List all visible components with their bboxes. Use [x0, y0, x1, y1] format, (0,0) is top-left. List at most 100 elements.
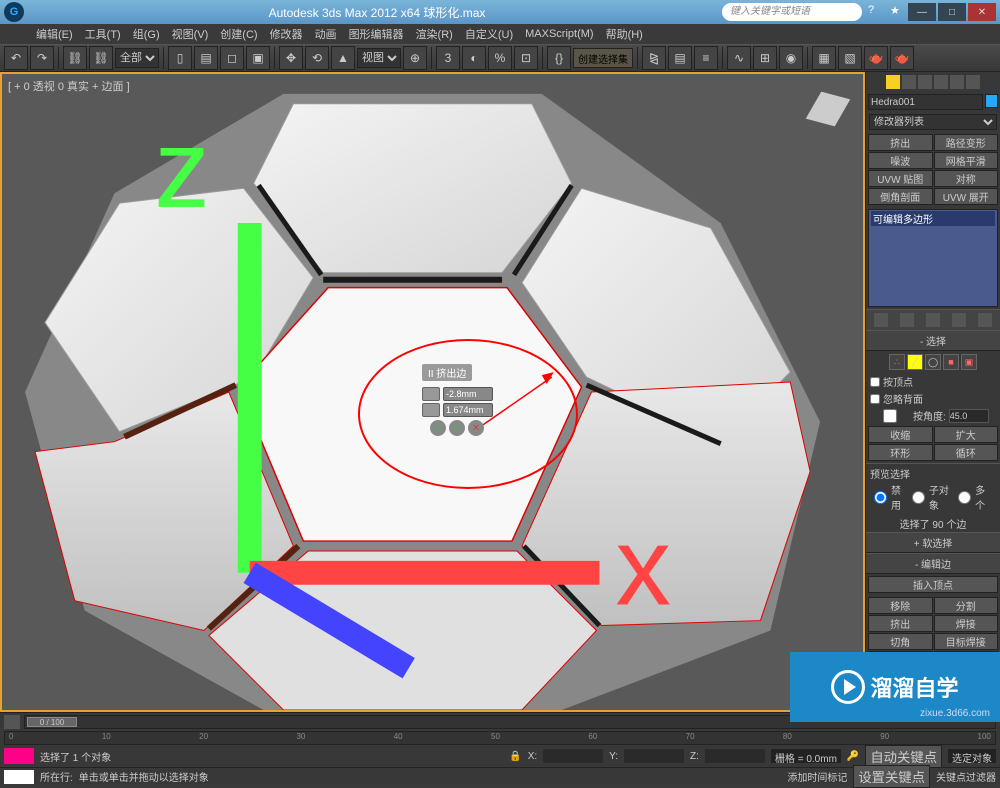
preview-multi-radio[interactable]: [958, 491, 971, 504]
loop-button[interactable]: 循环: [934, 444, 999, 461]
by-vertex-checkbox[interactable]: [870, 377, 880, 387]
mod-btn-extrude[interactable]: 挤出: [868, 134, 933, 151]
coord-y-input[interactable]: [624, 749, 684, 763]
selection-info: 选择了 90 个边: [866, 515, 1000, 532]
mod-btn-unwrap[interactable]: UVW 展开: [934, 188, 999, 205]
search-input[interactable]: 键入关键字或短语: [722, 3, 862, 21]
stack-editable-poly[interactable]: 可编辑多边形: [871, 211, 995, 226]
minimize-button[interactable]: —: [908, 3, 936, 21]
modify-tab-icon[interactable]: [902, 75, 916, 89]
lock-icon[interactable]: 🔒: [509, 751, 521, 762]
extrude-button[interactable]: 挤出: [868, 615, 933, 632]
utilities-tab-icon[interactable]: [966, 75, 980, 89]
subobj-vertex[interactable]: ∴: [889, 354, 905, 370]
mod-btn-symmetry[interactable]: 对称: [934, 170, 999, 187]
coord-x-input[interactable]: [543, 749, 603, 763]
subobj-border[interactable]: ◯: [925, 354, 941, 370]
menu-edit[interactable]: 编辑(E): [30, 24, 79, 44]
mod-btn-bevel[interactable]: 倒角剖面: [868, 188, 933, 205]
modifier-stack[interactable]: 可编辑多边形: [868, 209, 998, 307]
row-label: 所在行:: [40, 769, 73, 784]
modifier-list-dropdown[interactable]: 修改器列表: [869, 114, 997, 130]
subobj-element[interactable]: ▣: [961, 354, 977, 370]
rollout-edit-edges[interactable]: 编辑边: [866, 553, 1000, 574]
set-key-button[interactable]: 设置关键点: [853, 765, 930, 788]
rollout-softsel[interactable]: 软选择: [866, 532, 1000, 553]
menu-create[interactable]: 创建(C): [214, 24, 263, 44]
target-weld-button[interactable]: 目标焊接: [934, 633, 999, 650]
ring-button[interactable]: 环形: [868, 444, 933, 461]
ignore-backfacing-checkbox[interactable]: [870, 394, 880, 404]
maximize-button[interactable]: □: [938, 3, 966, 21]
time-ruler[interactable]: 0102030405060708090100: [4, 731, 996, 745]
mod-btn-path[interactable]: 路径变形: [934, 134, 999, 151]
key-icon[interactable]: 🔑: [847, 751, 859, 762]
split-button[interactable]: 分割: [934, 597, 999, 614]
make-unique-icon[interactable]: [926, 313, 940, 327]
rollout-selection[interactable]: 选择: [866, 330, 1000, 351]
hierarchy-tab-icon[interactable]: [918, 75, 932, 89]
key-filters[interactable]: 关键点过滤器: [936, 769, 996, 784]
insert-vertex-button[interactable]: 插入顶点: [868, 576, 998, 593]
menu-graph-editors[interactable]: 图形编辑器: [343, 24, 410, 44]
chamfer-button[interactable]: 切角: [868, 633, 933, 650]
subobj-polygon[interactable]: ■: [943, 354, 959, 370]
menu-rendering[interactable]: 渲染(R): [410, 24, 459, 44]
menu-tools[interactable]: 工具(T): [79, 24, 127, 44]
info-icon[interactable]: ?: [868, 4, 884, 20]
watermark-brand: 溜溜自学: [870, 671, 958, 703]
remove-mod-icon[interactable]: [952, 313, 966, 327]
create-tab-icon[interactable]: [886, 75, 900, 89]
mod-btn-uvwmap[interactable]: UVW 贴图: [868, 170, 933, 187]
grid-spacing: 栅格 = 0.0mm: [771, 749, 841, 763]
object-color-swatch[interactable]: [985, 94, 998, 108]
grow-button[interactable]: 扩大: [934, 426, 999, 443]
by-angle-checkbox[interactable]: [870, 409, 910, 423]
pin-stack-icon[interactable]: [874, 313, 888, 327]
preview-label: 预览选择: [870, 466, 996, 481]
menubar: 编辑(E) 工具(T) 组(G) 视图(V) 创建(C) 修改器 动画 图形编辑…: [0, 24, 1000, 44]
subobj-edge[interactable]: ╱: [907, 354, 923, 370]
remove-button[interactable]: 移除: [868, 597, 933, 614]
command-panel: 修改器列表 挤出 路径变形 噪波 网格平滑 UVW 贴图 对称 倒角剖面 UVW…: [865, 72, 1000, 712]
preview-disable-radio[interactable]: [874, 491, 887, 504]
panel-tabs: [866, 72, 1000, 92]
coord-z-input[interactable]: [705, 749, 765, 763]
add-time-tag[interactable]: 添加时间标记: [787, 769, 847, 784]
menu-maxscript[interactable]: MAXScript(M): [519, 26, 599, 42]
shrink-button[interactable]: 收缩: [868, 426, 933, 443]
star-icon[interactable]: ★: [890, 4, 906, 20]
selection-status: 选择了 1 个对象: [40, 749, 503, 764]
mod-btn-noise[interactable]: 噪波: [868, 152, 933, 169]
viewport[interactable]: [ + 0 透视 0 真实 + 边面 ]: [0, 72, 865, 712]
window-title: Autodesk 3ds Max 2012 x64 球形化.max: [32, 4, 722, 21]
svg-text:z: z: [154, 106, 210, 231]
by-angle-input[interactable]: [949, 409, 989, 423]
show-result-icon[interactable]: [900, 313, 914, 327]
preview-subobj-radio[interactable]: [912, 491, 925, 504]
close-button[interactable]: ✕: [968, 3, 996, 21]
titlebar: G Autodesk 3ds Max 2012 x64 球形化.max 键入关键…: [0, 0, 1000, 24]
script-listener[interactable]: [4, 748, 34, 764]
motion-tab-icon[interactable]: [934, 75, 948, 89]
time-slider[interactable]: 0 / 100: [27, 717, 77, 727]
object-name-input[interactable]: [868, 94, 983, 110]
render-preset-button[interactable]: 🫖: [890, 46, 914, 70]
prompt-text: 单击或单击并拖动以选择对象: [79, 769, 782, 784]
weld-button[interactable]: 焊接: [934, 615, 999, 632]
svg-text:x: x: [615, 504, 671, 629]
mod-btn-meshsmooth[interactable]: 网格平滑: [934, 152, 999, 169]
timeline-config-icon[interactable]: [4, 715, 20, 729]
selected-object-field[interactable]: 选定对象: [948, 749, 996, 763]
menu-animation[interactable]: 动画: [309, 24, 343, 44]
configure-icon[interactable]: [978, 313, 992, 327]
axis-gizmo: z x: [10, 64, 871, 700]
listener-input[interactable]: [4, 770, 34, 784]
menu-modifiers[interactable]: 修改器: [264, 24, 309, 44]
display-tab-icon[interactable]: [950, 75, 964, 89]
app-logo: G: [4, 2, 24, 22]
menu-customize[interactable]: 自定义(U): [459, 24, 519, 44]
menu-help[interactable]: 帮助(H): [600, 24, 649, 44]
menu-group[interactable]: 组(G): [127, 24, 166, 44]
menu-views[interactable]: 视图(V): [166, 24, 215, 44]
